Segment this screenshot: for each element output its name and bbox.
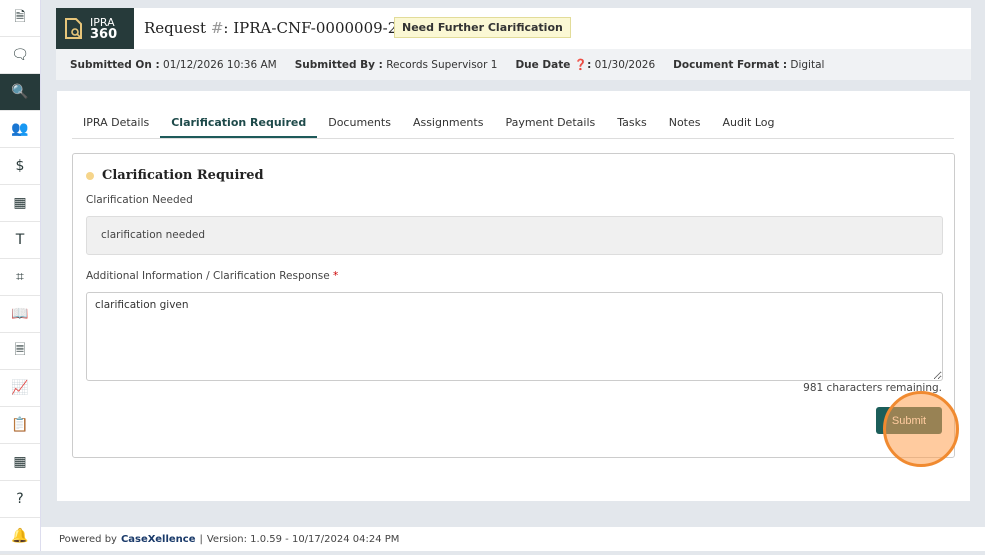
clarification-needed-label: Clarification Needed — [86, 194, 193, 206]
panel-title: Clarification Required — [86, 168, 264, 183]
clarification-panel: Clarification Required Clarification Nee… — [72, 153, 955, 458]
tab-ipra-details[interactable]: IPRA Details — [72, 108, 160, 138]
file-icon: 🗏 — [14, 342, 26, 358]
meta-submitted-on: Submitted On : 01/12/2026 10:36 AM — [70, 58, 277, 71]
sidebar-item-clipboard-clock[interactable]: 📋 — [0, 407, 40, 444]
sidebar: 🗎 🗨 🔍 👥 $ ▦ T ⌗ 📖 🗏 📈 📋 ▦? 🔔 — [0, 0, 41, 555]
meta-document-format: Document Format : Digital — [673, 58, 825, 71]
clarification-response-input[interactable]: clarification given — [86, 292, 943, 381]
clarification-needed-field: clarification needed — [86, 216, 943, 255]
status-badge: Need Further Clarification — [394, 17, 571, 38]
help-document-icon: ? — [16, 491, 24, 507]
response-label: Additional Information / Clarification R… — [86, 270, 339, 282]
tab-tasks[interactable]: Tasks — [606, 108, 657, 138]
panel-title-text: Clarification Required — [102, 168, 264, 183]
scan-icon: ⌗ — [16, 269, 24, 285]
logo-text-bottom: 360 — [90, 26, 118, 42]
sidebar-item-file[interactable]: 🗏 — [0, 333, 40, 370]
calendar-icon: ▦ — [13, 454, 27, 470]
sidebar-item-book[interactable]: 📖 — [0, 296, 40, 333]
tab-documents[interactable]: Documents — [317, 108, 402, 138]
footer-separator: | — [199, 533, 203, 545]
sidebar-item-building[interactable]: ▦ — [0, 185, 40, 222]
sidebar-item-template[interactable]: T — [0, 222, 40, 259]
bell-icon: 🔔 — [11, 528, 29, 544]
building-icon: ▦ — [13, 195, 27, 211]
title-hash: # — [210, 19, 224, 37]
tab-bar: IPRA Details Clarification Required Docume… — [72, 108, 954, 139]
title-prefix: Request — [144, 19, 207, 37]
version-text: Version: 1.0.59 - 10/17/2024 04:24 PM — [206, 533, 400, 545]
sidebar-item-scan[interactable]: ⌗ — [0, 259, 40, 296]
sidebar-item-message[interactable]: 🗨 — [0, 37, 40, 74]
meta-submitted-by: Submitted By : Records Supervisor 1 — [294, 58, 498, 71]
sidebar-item-chart[interactable]: 📈 — [0, 370, 40, 407]
tab-audit-log[interactable]: Audit Log — [712, 108, 786, 138]
document-search-icon — [65, 17, 82, 39]
clipboard-clock-icon: 📋 — [11, 417, 29, 433]
message-icon: 🗨 — [11, 47, 29, 63]
tab-clarification-required[interactable]: Clarification Required — [160, 108, 318, 138]
sidebar-item-invoice[interactable]: $ — [0, 148, 40, 185]
sidebar-item-calendar[interactable]: ▦ — [0, 444, 40, 481]
brand-logo: CaseXellence — [120, 533, 196, 545]
powered-by: Powered by — [59, 533, 117, 545]
chart-icon: 📈 — [11, 380, 29, 396]
meta-due-date: Due Date ❓: 01/30/2026 — [515, 59, 656, 71]
sidebar-item-users[interactable]: 👥 — [0, 111, 40, 148]
status-dot-icon — [86, 171, 94, 180]
tab-payment-details[interactable]: Payment Details — [494, 108, 606, 138]
request-meta: Submitted On : 01/12/2026 10:36 AM Submi… — [56, 49, 971, 80]
sidebar-item-document[interactable]: 🗎 — [0, 0, 40, 37]
app-logo: IPRA 360 — [56, 8, 134, 49]
sidebar-item-bell[interactable]: 🔔 — [0, 518, 40, 555]
footer: Powered by CaseXellence | Version: 1.0.5… — [41, 527, 985, 551]
sidebar-item-document-search[interactable]: 🔍 — [0, 74, 40, 111]
main-card: IPRA Details Clarification Required Docume… — [57, 91, 970, 501]
document-search-icon: 🔍 — [11, 84, 29, 100]
title-sep: : — [223, 19, 229, 37]
template-icon: T — [15, 232, 25, 248]
page-title: Request #: IPRA-CNF-0000009-26 — [144, 19, 407, 37]
request-id: IPRA-CNF-0000009-26 — [233, 19, 407, 37]
submit-button[interactable]: Submit — [876, 407, 942, 434]
document-icon: 🗎 — [14, 9, 26, 25]
characters-remaining: 981 characters remaining. — [803, 382, 942, 394]
book-icon: 📖 — [11, 306, 29, 322]
invoice-icon: $ — [15, 158, 25, 174]
tab-notes[interactable]: Notes — [658, 108, 712, 138]
request-header: IPRA 360 Request #: IPRA-CNF-0000009-26 N… — [56, 8, 971, 80]
sidebar-item-help-document[interactable]: ? — [0, 481, 40, 518]
users-icon: 👥 — [11, 121, 29, 137]
tab-assignments[interactable]: Assignments — [402, 108, 495, 138]
